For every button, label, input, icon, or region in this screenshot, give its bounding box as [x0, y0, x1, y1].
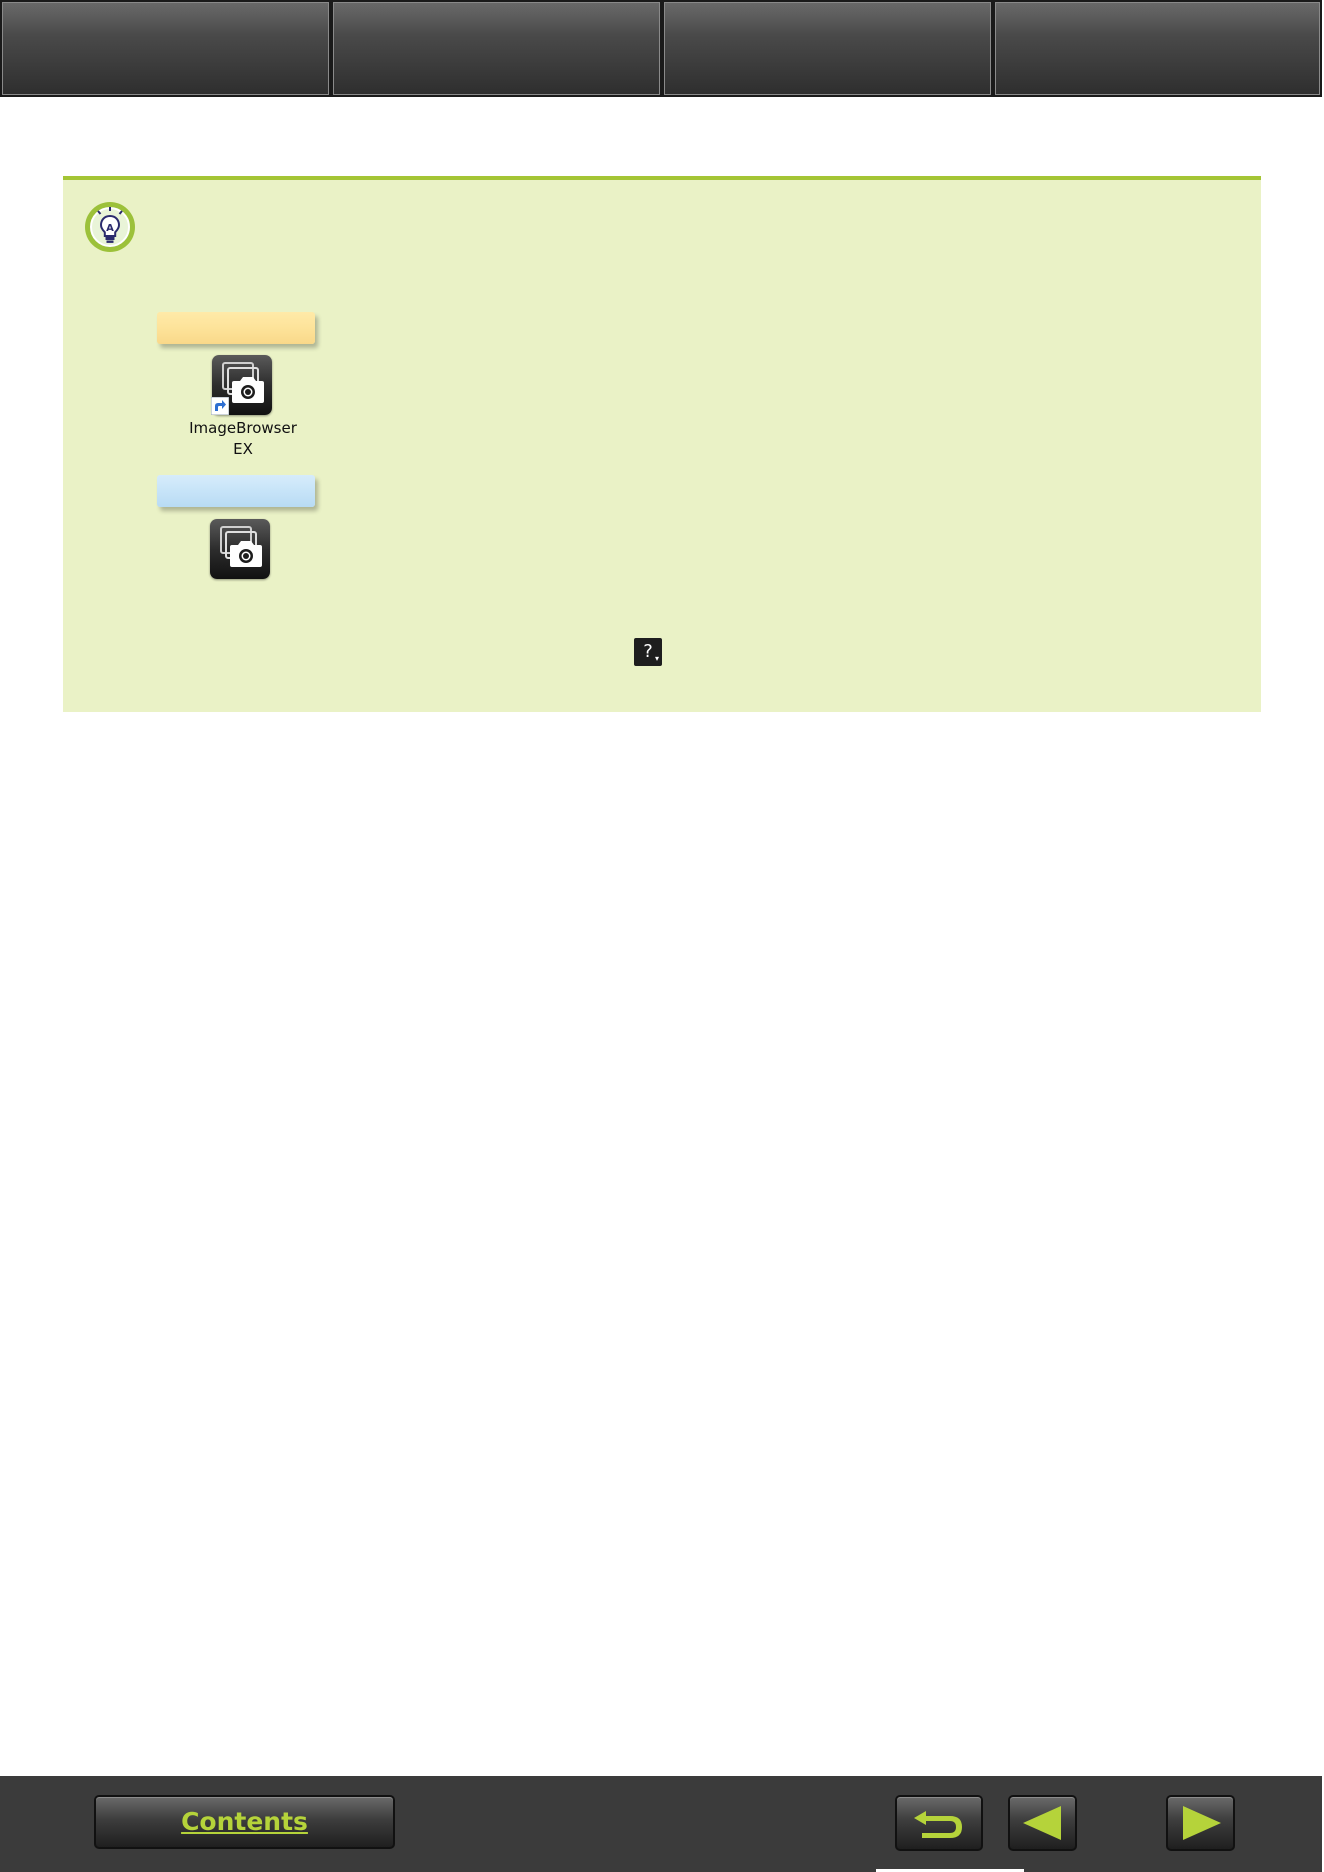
mac-badge	[157, 475, 315, 507]
svg-text:A: A	[106, 223, 114, 234]
previous-page-button[interactable]	[1008, 1795, 1077, 1851]
contents-button-label: Contents	[181, 1807, 308, 1836]
top-navigation	[0, 0, 1322, 100]
right-triangle-icon	[1182, 1806, 1221, 1840]
shortcut-arrow-icon	[210, 396, 230, 416]
lightbulb-icon: A	[84, 201, 136, 253]
top-tab-2[interactable]	[331, 0, 662, 97]
top-tab-4[interactable]	[993, 0, 1322, 97]
left-triangle-icon	[1022, 1806, 1061, 1840]
help-icon-glyph: ?	[643, 641, 653, 662]
imagebrowser-ex-mac-icon[interactable]	[210, 519, 270, 579]
imagebrowser-ex-label: ImageBrowser EX	[189, 419, 297, 458]
bottom-navigation: Contents	[0, 1776, 1322, 1872]
manual-page: A ImageBrowser EX ? ▾ Contents	[0, 0, 1324, 1872]
windows-badge	[157, 312, 315, 344]
dropdown-caret-icon: ▾	[654, 654, 659, 663]
top-tab-1[interactable]	[0, 0, 331, 97]
next-page-button[interactable]	[1166, 1795, 1235, 1851]
contents-button[interactable]: Contents	[94, 1795, 395, 1849]
top-tab-3[interactable]	[662, 0, 993, 97]
return-arrow-icon	[914, 1811, 962, 1838]
back-button[interactable]	[895, 1795, 983, 1851]
help-icon[interactable]: ? ▾	[634, 638, 662, 666]
hint-box: A ImageBrowser EX ? ▾	[63, 176, 1261, 712]
